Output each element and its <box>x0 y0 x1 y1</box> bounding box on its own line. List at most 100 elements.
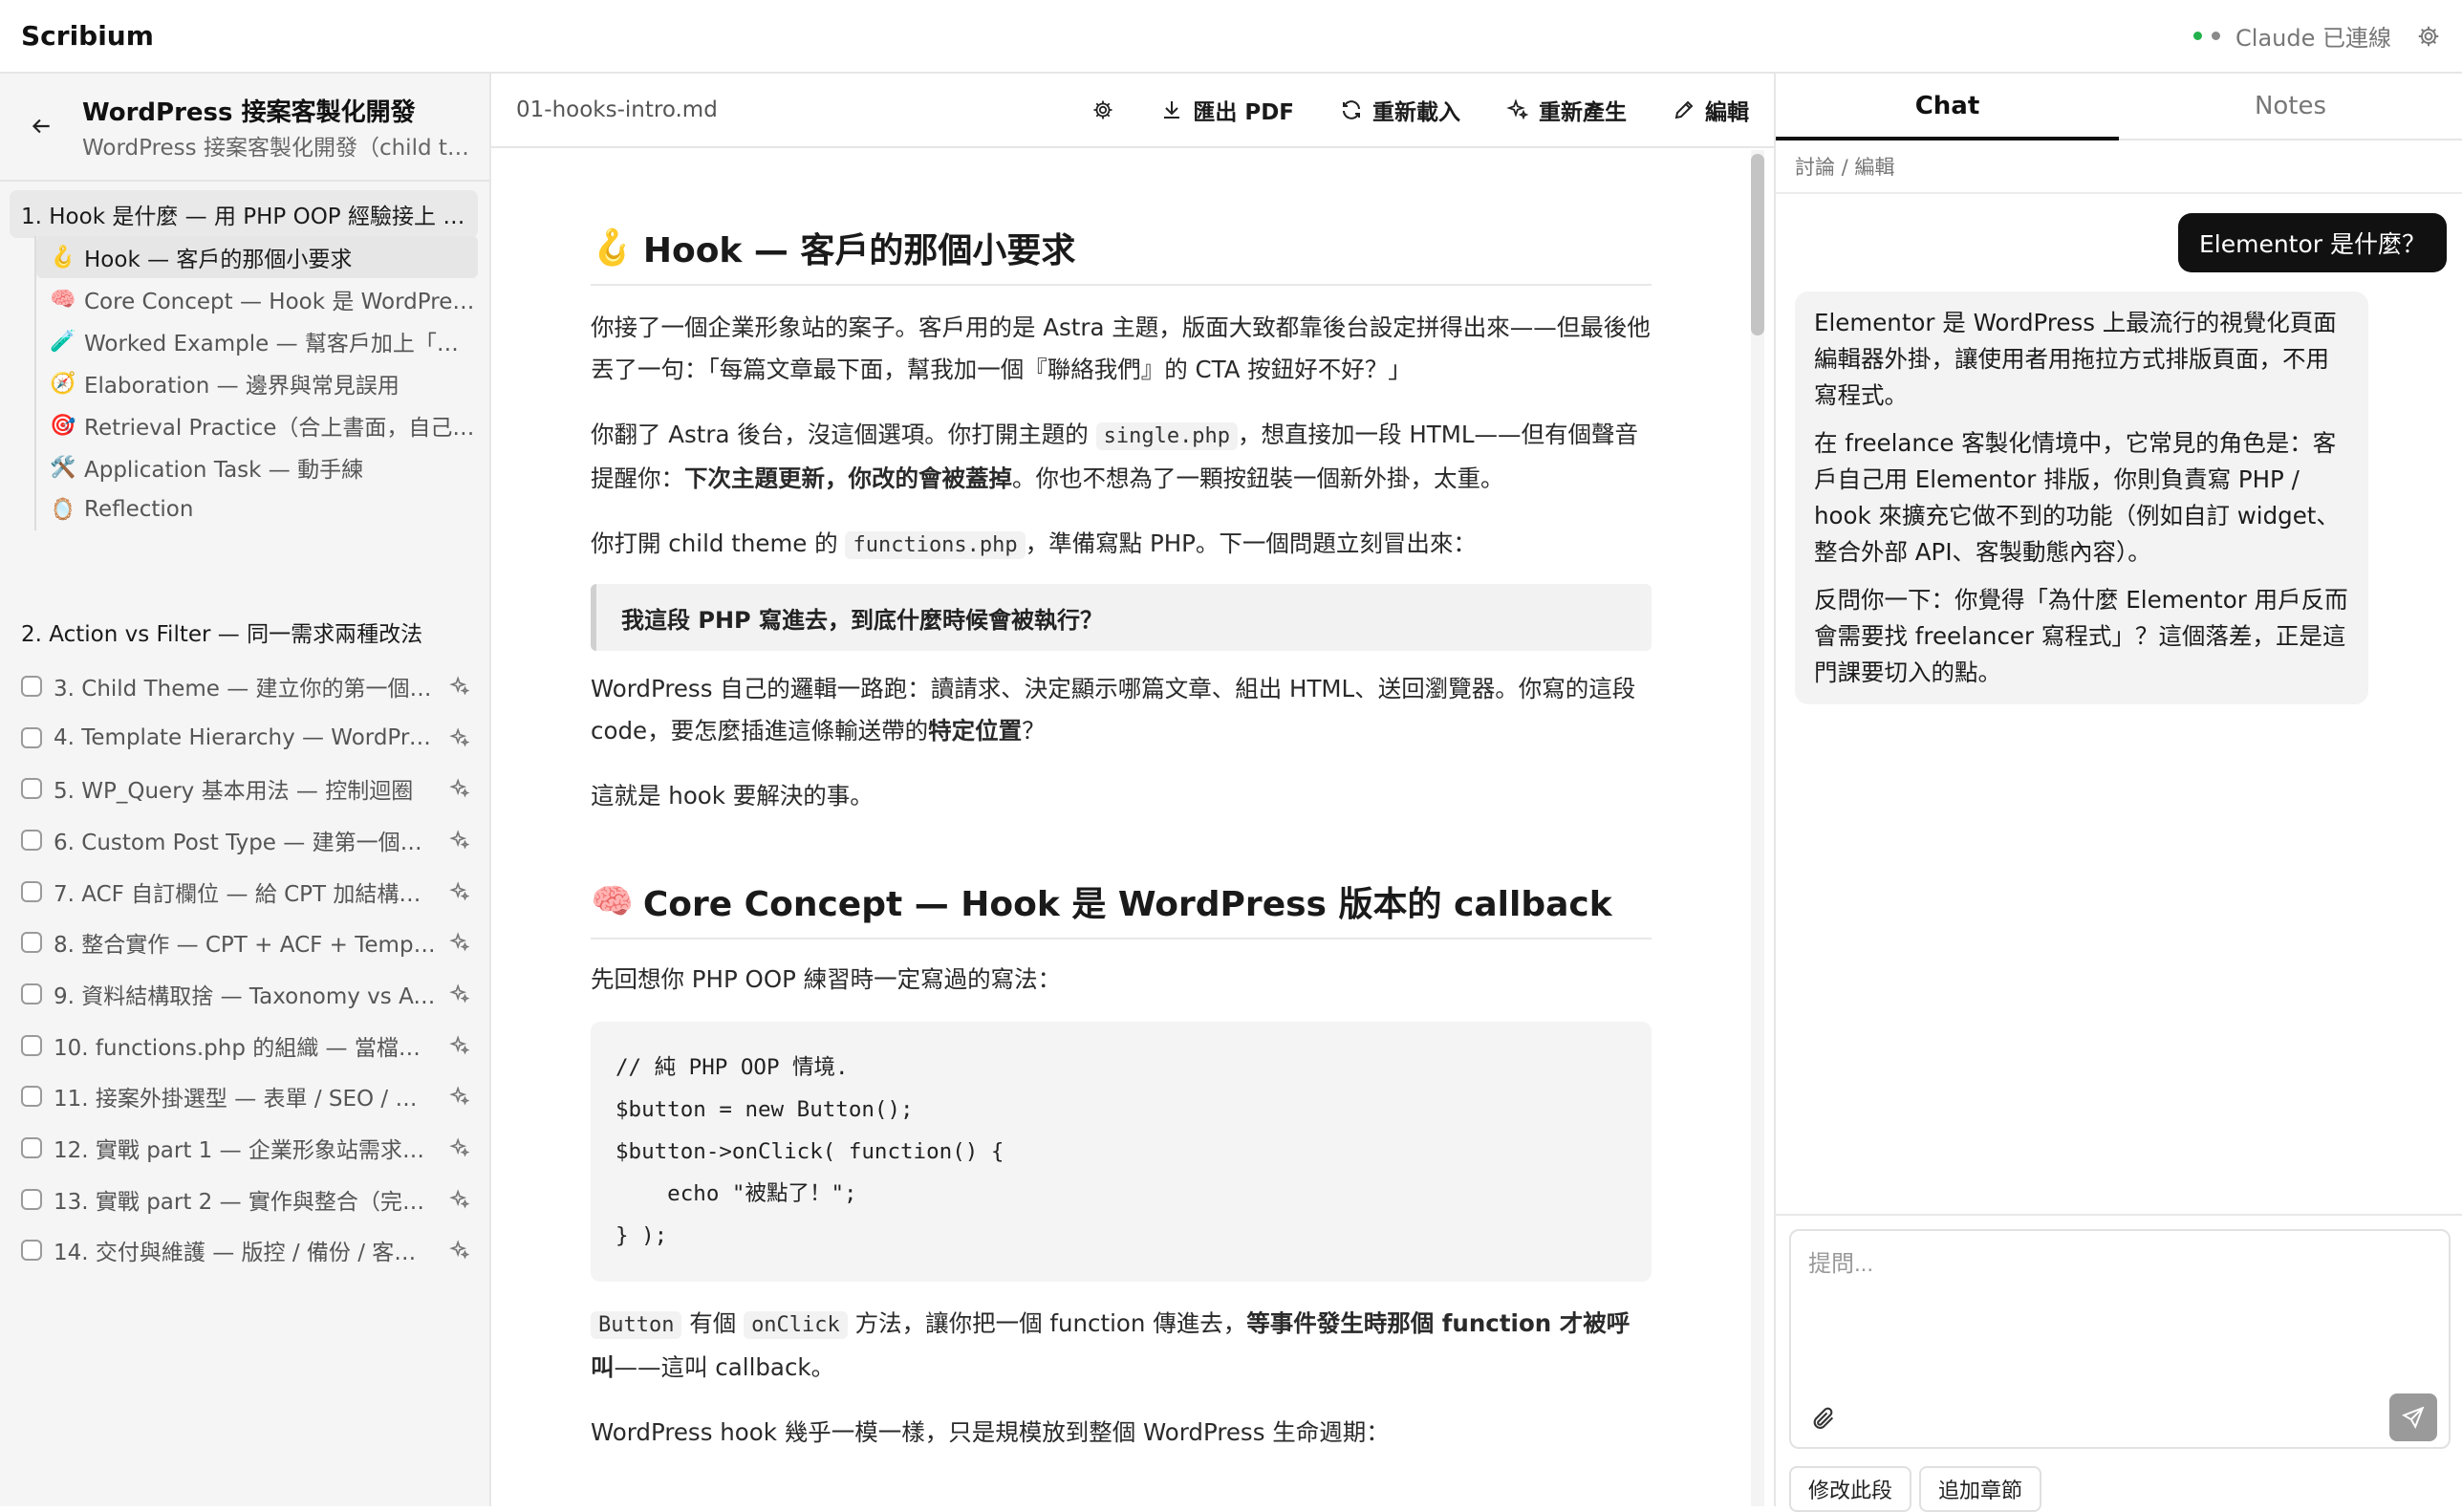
toolbar-actions: 匯出 PDF 重新載入 重新產生 編輯 <box>1091 94 1749 126</box>
text: 。你也不想為了一顆按鈕裝一個新外掛，太重。 <box>1012 464 1504 492</box>
assistant-paragraph: 反問你一下：你覺得「為什麼 Elementor 用戶反而會需要找 freelan… <box>1814 586 2348 686</box>
chapter-checkbox[interactable] <box>21 778 42 800</box>
scrollbar-track[interactable] <box>1751 150 1764 1506</box>
section-item[interactable]: 🧭 Elaboration — 邊界與常見誤用 <box>36 362 478 404</box>
chapter-item[interactable]: 14. 交付與維護 — 版控 / 備份 / 客戶… <box>21 1225 470 1277</box>
section-label: Core Concept — Hook 是 WordPress … <box>84 290 478 314</box>
status-dot-online <box>2193 32 2203 40</box>
document-toolbar: 01-hooks-intro.md 匯出 PDF 重新載入 重新產生 編輯 <box>491 74 1774 148</box>
inline-code: onClick <box>744 1311 848 1339</box>
back-arrow-icon[interactable] <box>29 114 54 139</box>
section-item[interactable]: 🎯 Retrieval Practice（合上書面，自己回… <box>36 404 478 446</box>
send-button[interactable] <box>2389 1393 2437 1441</box>
chapter-checkbox[interactable] <box>21 1137 42 1159</box>
sparkle-generate-icon[interactable] <box>449 1188 470 1210</box>
section-heading-core-concept: 🧠 Core Concept — Hook 是 WordPress 版本的 ca… <box>591 876 1652 940</box>
code-block: // 純 PHP OOP 情境. $button = new Button();… <box>591 1022 1652 1282</box>
paragraph: WordPress hook 幾乎一模一樣，只是規模放到整個 WordPress… <box>591 1418 1390 1446</box>
sparkle-generate-icon[interactable] <box>449 1034 470 1056</box>
section-item[interactable]: 🛠️ Application Task — 動手練 <box>36 446 478 488</box>
sparkle-generate-icon[interactable] <box>449 676 470 697</box>
edit-button[interactable]: 編輯 <box>1673 94 1749 126</box>
chat-input[interactable] <box>1808 1244 2420 1359</box>
status-dot-secondary <box>2212 32 2221 40</box>
assistant-paragraph: 在 freelance 客製化情境中，它常見的角色是：客戶自己用 Element… <box>1814 429 2340 566</box>
sparkle-generate-icon[interactable] <box>449 1137 470 1158</box>
course-title: WordPress 接案客製化開發 <box>82 98 416 127</box>
chapter-item[interactable]: 3. Child Theme — 建立你的第一個主題 <box>21 660 470 712</box>
chapter-item[interactable]: 5. WP_Query 基本用法 — 控制迴圈 <box>21 763 470 814</box>
sparkle-generate-icon[interactable] <box>449 778 470 799</box>
paperclip-icon[interactable] <box>1810 1405 1837 1432</box>
chapter-item[interactable]: 13. 實戰 part 2 — 實作與整合（完整… <box>21 1174 470 1225</box>
pencil-icon <box>1673 98 1695 121</box>
chapter-item[interactable]: 8. 整合實作 — CPT + ACF + Templat… <box>21 917 470 968</box>
assistant-paragraph: Elementor 是 WordPress 上最流行的視覺化頁面編輯器外掛，讓使… <box>1814 309 2337 409</box>
add-chapter-button[interactable]: 追加章節 <box>1919 1466 2042 1512</box>
section-label: Application Task — 動手練 <box>84 458 364 483</box>
chat-composer-area: 修改此段 追加章節 <box>1776 1214 2462 1512</box>
chapter-label: 5. WP_Query 基本用法 — 控制迴圈 <box>54 779 414 805</box>
text: 有個 <box>681 1309 745 1337</box>
regenerate-button[interactable]: 重新產生 <box>1506 94 1627 126</box>
chat-breadcrumb: 討論 / 編輯 <box>1776 140 2462 194</box>
top-bar: Scribium Claude 已連線 <box>0 0 2462 74</box>
chapter-checkbox[interactable] <box>21 829 42 851</box>
section-label: Worked Example — 幫客戶加上「聯絡… <box>84 332 478 356</box>
section-item[interactable]: 🧠 Core Concept — Hook 是 WordPress … <box>36 278 478 320</box>
sparkle-generate-icon[interactable] <box>449 1240 470 1261</box>
paragraph: WordPress 自己的邏輯一路跑：讀請求、決定顯示哪篇文章、組出 HTML、… <box>591 668 1652 752</box>
chapter-checkbox[interactable] <box>21 1086 42 1108</box>
chapter-checkbox[interactable] <box>21 675 42 697</box>
settings-gear-icon[interactable] <box>2416 24 2441 49</box>
section-item[interactable]: 🪝 Hook — 客戶的那個小要求 <box>36 236 478 278</box>
text: 你翻了 Astra 後台，沒這個選項。你打開主題的 <box>591 421 1096 448</box>
chapter-checkbox[interactable] <box>21 1188 42 1210</box>
tab-notes[interactable]: Notes <box>2119 74 2462 139</box>
sparkle-generate-icon[interactable] <box>449 1086 470 1107</box>
chapter-label: 1. Hook 是什麼 — 用 PHP OOP 經驗接上 acti… <box>21 205 466 229</box>
chapter-checkbox[interactable] <box>21 932 42 954</box>
sparkle-generate-icon[interactable] <box>449 932 470 953</box>
chapter-item[interactable]: 6. Custom Post Type — 建第一個「… <box>21 814 470 866</box>
reload-label: 重新載入 <box>1372 100 1460 125</box>
sparkle-generate-icon[interactable] <box>449 880 470 902</box>
assistant-message: Elementor 是 WordPress 上最流行的視覺化頁面編輯器外掛，讓使… <box>1795 292 2368 704</box>
chapter-item[interactable]: 12. 實戰 part 1 — 企業形象站需求分… <box>21 1122 470 1174</box>
paragraph: Button 有個 onClick 方法，讓你把一個 function 傳進去，… <box>591 1303 1652 1389</box>
article-body: 🪝 Hook — 客戶的那個小要求 你接了一個企業形象站的案子。客戶用的是 As… <box>591 148 1652 1454</box>
chapter-item[interactable]: 9. 資料結構取捨 — Taxonomy vs AC… <box>21 968 470 1020</box>
chapter-checkbox[interactable] <box>21 1240 42 1262</box>
scrollbar-thumb[interactable] <box>1751 154 1764 335</box>
chapter-item-2[interactable]: 2. Action vs Filter — 同一需求兩種改法 <box>21 616 422 648</box>
brain-icon: 🧠 <box>591 882 634 921</box>
chapter-checkbox[interactable] <box>21 726 42 748</box>
modify-section-button[interactable]: 修改此段 <box>1789 1466 1912 1512</box>
chapter-item[interactable]: 10. functions.php 的組織 — 當檔案… <box>21 1020 470 1071</box>
compass-icon: 🧭 <box>50 371 76 396</box>
chapter-item-1-active[interactable]: 1. Hook 是什麼 — 用 PHP OOP 經驗接上 acti… <box>10 190 478 238</box>
sparkle-generate-icon[interactable] <box>449 830 470 851</box>
doc-settings-button[interactable] <box>1091 98 1114 121</box>
connection-status: Claude 已連線 <box>2193 19 2441 53</box>
course-header: WordPress 接案客製化開發 WordPress 接案客製化開發（chil… <box>0 74 489 182</box>
chapter-checkbox[interactable] <box>21 880 42 902</box>
chapter-item[interactable]: 7. ACF 自訂欄位 — 給 CPT 加結構化… <box>21 866 470 918</box>
sparkle-generate-icon[interactable] <box>449 726 470 748</box>
section-item[interactable]: 🪞 Reflection <box>36 488 478 530</box>
bold-text: 下次主題更新，你改的會被蓋掉 <box>684 464 1012 492</box>
chapter-item[interactable]: 11. 接案外掛選型 — 表單 / SEO / 備份… <box>21 1071 470 1123</box>
test-tube-icon: 🧪 <box>50 329 76 354</box>
section-label: Hook — 客戶的那個小要求 <box>84 248 353 272</box>
chapter-label: 4. Template Hierarchy — WordPres… <box>54 724 436 750</box>
chapter-item[interactable]: 4. Template Hierarchy — WordPres… <box>21 712 470 764</box>
reload-button[interactable]: 重新載入 <box>1340 94 1460 126</box>
chapter-label: 10. functions.php 的組織 — 當檔案… <box>54 1035 436 1061</box>
section-item[interactable]: 🧪 Worked Example — 幫客戶加上「聯絡… <box>36 320 478 362</box>
chapter-checkbox[interactable] <box>21 983 42 1004</box>
chapter-checkbox[interactable] <box>21 1034 42 1056</box>
export-pdf-button[interactable]: 匯出 PDF <box>1160 94 1294 126</box>
sparkle-generate-icon[interactable] <box>449 983 470 1004</box>
paragraph: 你打開 child theme 的 functions.php ，準備寫點 PHP… <box>591 523 1652 567</box>
tab-chat[interactable]: Chat <box>1776 74 2119 140</box>
